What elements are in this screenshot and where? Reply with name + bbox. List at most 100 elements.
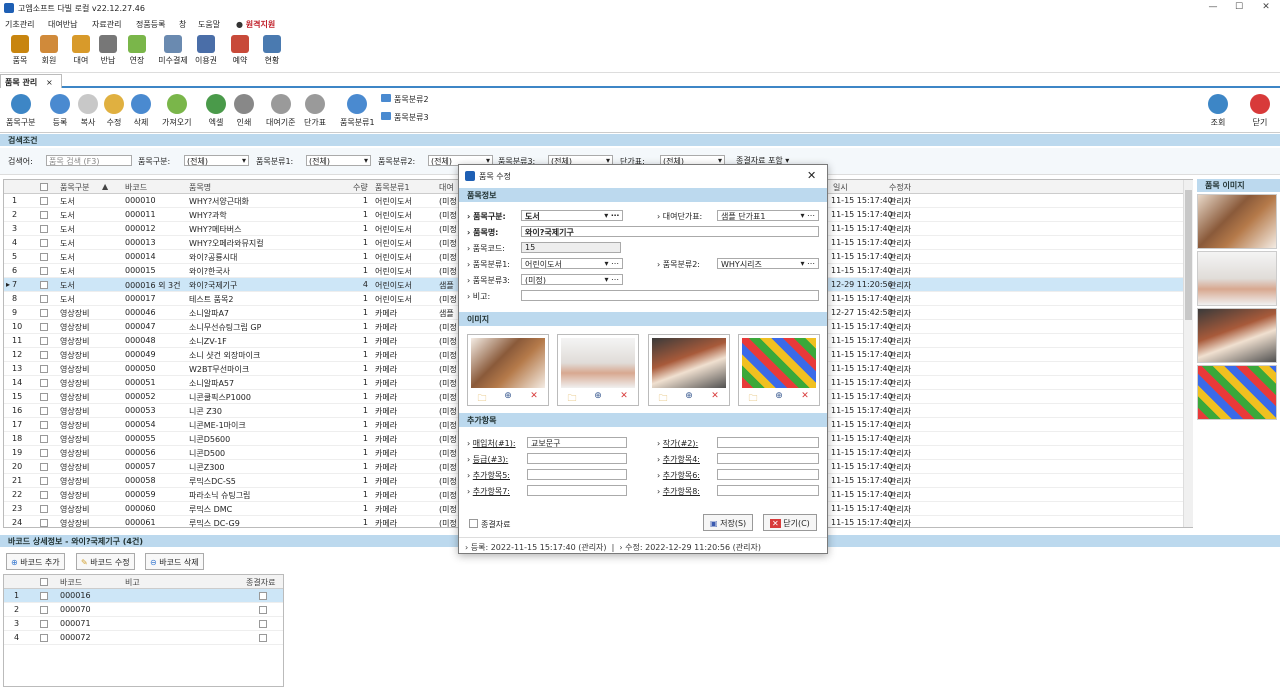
toolbar-books-button[interactable]: 품목 <box>7 35 33 66</box>
barcode-row[interactable]: 4 000072 <box>4 631 283 645</box>
category-select[interactable]: (전체) ▾ <box>184 155 249 166</box>
toolbar-box-button[interactable]: 대여 <box>68 35 94 66</box>
extra3-input[interactable] <box>527 453 627 464</box>
extra5-input[interactable] <box>527 469 627 480</box>
price-table-select[interactable]: 샘플 단가표1 ▾ ⋯ <box>717 210 819 221</box>
row-checkbox[interactable] <box>40 239 48 247</box>
row-checkbox[interactable] <box>40 634 48 642</box>
extra4-input[interactable] <box>717 453 819 464</box>
menu-remote[interactable]: ● 원격지원 <box>236 19 275 30</box>
toolbar2-gear-button[interactable]: 대여기준 <box>266 94 295 128</box>
class1-select[interactable]: 어린이도서 ▾ ⋯ <box>521 258 623 269</box>
thumb-book-2[interactable] <box>1197 251 1277 306</box>
row-checkbox[interactable] <box>40 407 48 415</box>
row-checkbox[interactable] <box>40 281 48 289</box>
closed-checkbox[interactable] <box>259 606 267 614</box>
toolbar2-copy-button[interactable]: 복사 <box>78 94 98 128</box>
extra2-input[interactable] <box>717 437 819 448</box>
close-window-button[interactable]: ✕ <box>1259 2 1273 12</box>
thumb-puzzle[interactable] <box>1197 365 1277 420</box>
menu-rental[interactable]: 대여반납 <box>48 19 77 30</box>
item-image[interactable] <box>742 338 816 388</box>
search-icon[interactable]: ⊕ <box>592 391 604 403</box>
item-image[interactable] <box>471 338 545 388</box>
barcode-select-all-checkbox[interactable] <box>40 578 48 586</box>
col-qty[interactable]: 수량 <box>353 182 368 193</box>
row-checkbox[interactable] <box>40 323 48 331</box>
folder-icon[interactable]: 🗀 <box>476 391 488 404</box>
col-closed[interactable]: 종결자료 <box>246 577 275 588</box>
toolbar2-excel-button[interactable]: 엑셀 <box>206 94 226 128</box>
toolbar-clipboard-button[interactable]: 현황 <box>259 35 285 66</box>
row-checkbox[interactable] <box>40 477 48 485</box>
extra7-input[interactable] <box>527 485 627 496</box>
col-name[interactable]: 품목명 <box>189 182 211 193</box>
menu-window[interactable]: 창 <box>179 19 186 30</box>
row-checkbox[interactable] <box>40 620 48 628</box>
minimize-button[interactable]: — <box>1206 2 1220 12</box>
toolbar2-edit-button[interactable]: 수정 <box>104 94 124 128</box>
toolbar2-close-button[interactable]: 닫기 <box>1250 94 1270 128</box>
toolbar-alarm-button[interactable]: 예약 <box>227 35 253 66</box>
toolbar2-tree3-button[interactable]: 품목분류3 <box>381 112 429 123</box>
toolbar2-category-button[interactable]: 품목구분 <box>6 94 35 128</box>
barcode-row[interactable]: 3 000071 <box>4 617 283 631</box>
toolbar2-gear2-button[interactable]: 단가표 <box>304 94 326 128</box>
row-checkbox[interactable] <box>40 253 48 261</box>
tab-item-management[interactable]: 품목 관리 × <box>0 74 62 88</box>
col-class1[interactable]: 품목분류1 <box>375 182 410 193</box>
extra4-label-text[interactable]: 추가항목4: <box>663 455 700 464</box>
closed-checkbox[interactable] <box>259 592 267 600</box>
select-all-checkbox[interactable] <box>40 183 48 191</box>
row-checkbox[interactable] <box>40 211 48 219</box>
class3-select[interactable]: (미정) ▾ ⋯ <box>521 274 623 285</box>
toolbar-ticket-button[interactable]: 이용권 <box>193 35 219 66</box>
row-checkbox[interactable] <box>40 505 48 513</box>
edit-barcode-button[interactable]: ✎ 바코드 수정 <box>76 553 135 570</box>
toolbar2-print-button[interactable]: 인쇄 <box>234 94 254 128</box>
extra7-label-text[interactable]: 추가항목7: <box>473 487 510 496</box>
menu-basic[interactable]: 기초관리 <box>5 19 34 30</box>
row-checkbox[interactable] <box>40 435 48 443</box>
row-checkbox[interactable] <box>40 606 48 614</box>
search-icon[interactable]: ⊕ <box>773 391 785 403</box>
row-checkbox[interactable] <box>40 491 48 499</box>
toolbar-person-button[interactable]: 회원 <box>36 35 62 66</box>
row-checkbox[interactable] <box>40 337 48 345</box>
item-image[interactable] <box>652 338 726 388</box>
barcode-row[interactable]: 1 000016 <box>4 589 283 603</box>
add-barcode-button[interactable]: ⊕ 바코드 추가 <box>6 553 65 570</box>
search-icon[interactable]: ⊕ <box>683 391 695 403</box>
col-barcode[interactable]: 바코드 <box>125 182 147 193</box>
toolbar2-tree-button[interactable]: 품목분류1 <box>340 94 375 128</box>
extra5-label-text[interactable]: 추가항목5: <box>473 471 510 480</box>
save-button[interactable]: ▣ 저장(S) <box>703 514 754 531</box>
toolbar2-tree2-button[interactable]: 품목분류2 <box>381 94 429 105</box>
row-checkbox[interactable] <box>40 225 48 233</box>
folder-icon[interactable]: 🗀 <box>657 391 669 404</box>
grid-scrollbar[interactable] <box>1183 180 1193 527</box>
search-input[interactable]: 품목 검색 (F3) <box>46 155 132 166</box>
row-checkbox[interactable] <box>40 519 48 527</box>
extra6-input[interactable] <box>717 469 819 480</box>
toolbar2-refresh-button[interactable]: 조회 <box>1208 94 1228 128</box>
scroll-thumb[interactable] <box>1185 190 1192 320</box>
row-checkbox[interactable] <box>40 295 48 303</box>
row-checkbox[interactable] <box>40 393 48 401</box>
maximize-button[interactable]: ☐ <box>1232 2 1246 12</box>
thumb-books-stack[interactable] <box>1197 308 1277 363</box>
toolbar2-import-button[interactable]: 가져오기 <box>162 94 191 128</box>
folder-icon[interactable]: 🗀 <box>566 391 578 404</box>
class2-select[interactable]: WHY시리즈 ▾ ⋯ <box>717 258 819 269</box>
toolbar-calculator-button[interactable]: 미수결제 <box>157 35 189 66</box>
col-date[interactable]: 일시 <box>833 182 848 193</box>
extra2-label-text[interactable]: 작가(#2): <box>663 439 698 448</box>
delete-icon[interactable]: ✕ <box>528 391 540 403</box>
dialog-close-icon[interactable]: ✕ <box>807 169 816 182</box>
row-checkbox[interactable] <box>40 351 48 359</box>
col-modifier[interactable]: 수정자 <box>889 182 911 193</box>
closed-checkbox[interactable] <box>259 634 267 642</box>
toolbar2-plus-button[interactable]: 등록 <box>50 94 70 128</box>
toolbar-extend-button[interactable]: 연장 <box>124 35 150 66</box>
category-select[interactable]: 도서 ▾ ⋯ <box>521 210 623 221</box>
